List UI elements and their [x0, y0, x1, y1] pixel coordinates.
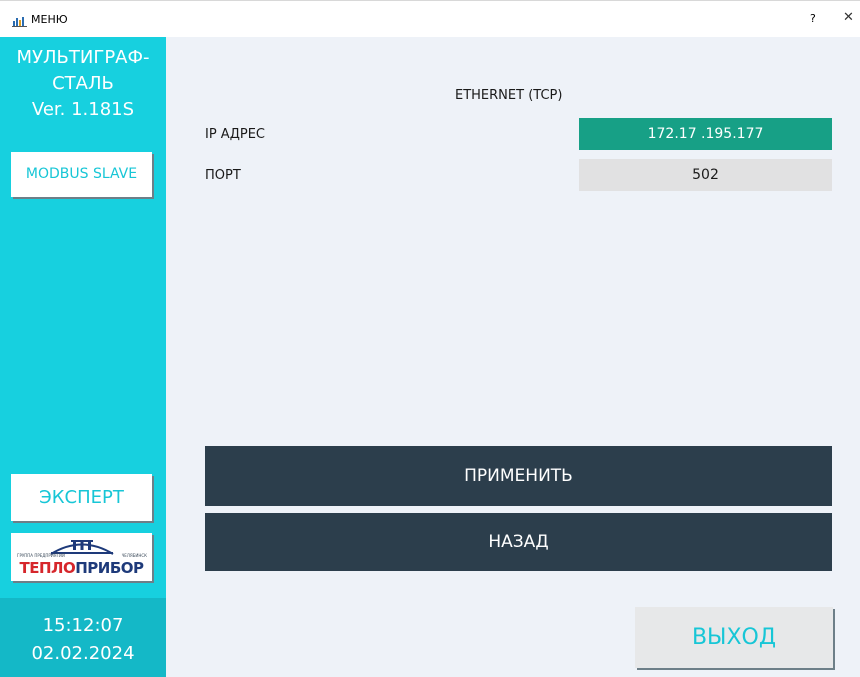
ip-address-label: IP АДРЕС — [205, 127, 265, 142]
logo-tagline-right: ЧЕЛЯБИНСК — [121, 553, 147, 558]
ip-address-field[interactable]: 172.17 .195.177 — [579, 118, 832, 150]
modbus-slave-button[interactable]: MODBUS SLAVE — [11, 152, 152, 197]
clock-panel: 15:12:07 02.02.2024 — [0, 598, 166, 677]
title-bar: МЕНЮ ? ✕ — [0, 0, 860, 37]
close-icon[interactable]: ✕ — [843, 11, 854, 25]
logo-wordmark: ТЕПЛОПРИБОР — [11, 559, 152, 577]
current-time: 15:12:07 — [42, 615, 124, 636]
help-button[interactable]: ? — [810, 12, 816, 26]
window-title: МЕНЮ — [31, 13, 68, 26]
brand-name-line2: СТАЛЬ — [52, 73, 114, 94]
clock: 15:12:07 02.02.2024 — [0, 612, 166, 668]
company-logo: ГРУППА ПРЕДПРИЯТИЙ ЧЕЛЯБИНСК ТЕПЛОПРИБОР — [11, 533, 152, 581]
exit-button[interactable]: ВЫХОД — [635, 607, 833, 668]
app-brand: МУЛЬТИГРАФ- СТАЛЬ Ver. 1.181S — [0, 45, 166, 123]
logo-wordmark-part1: ТЕПЛО — [19, 559, 76, 577]
port-field[interactable]: 502 — [579, 159, 832, 191]
logo-wordmark-part2: ПРИБОР — [75, 559, 144, 577]
current-date: 02.02.2024 — [31, 643, 135, 664]
apply-button[interactable]: ПРИМЕНИТЬ — [205, 446, 832, 506]
back-button[interactable]: НАЗАД — [205, 513, 832, 571]
port-label: ПОРТ — [205, 168, 241, 183]
expert-button[interactable]: ЭКСПЕРТ — [11, 474, 152, 521]
brand-name-line1: МУЛЬТИГРАФ- — [16, 47, 150, 68]
section-title: ETHERNET (TCP) — [455, 88, 563, 103]
logo-tagline: ГРУППА ПРЕДПРИЯТИЙ ЧЕЛЯБИНСК — [17, 553, 147, 558]
logo-tagline-left: ГРУППА ПРЕДПРИЯТИЙ — [17, 553, 66, 558]
bar-chart-icon — [12, 15, 27, 27]
version-label: Ver. 1.181S — [31, 99, 135, 120]
app-window: МЕНЮ ? ✕ МУЛЬТИГРАФ- СТАЛЬ Ver. 1.181S M… — [0, 0, 860, 677]
sidebar: МУЛЬТИГРАФ- СТАЛЬ Ver. 1.181S MODBUS SLA… — [0, 37, 166, 677]
